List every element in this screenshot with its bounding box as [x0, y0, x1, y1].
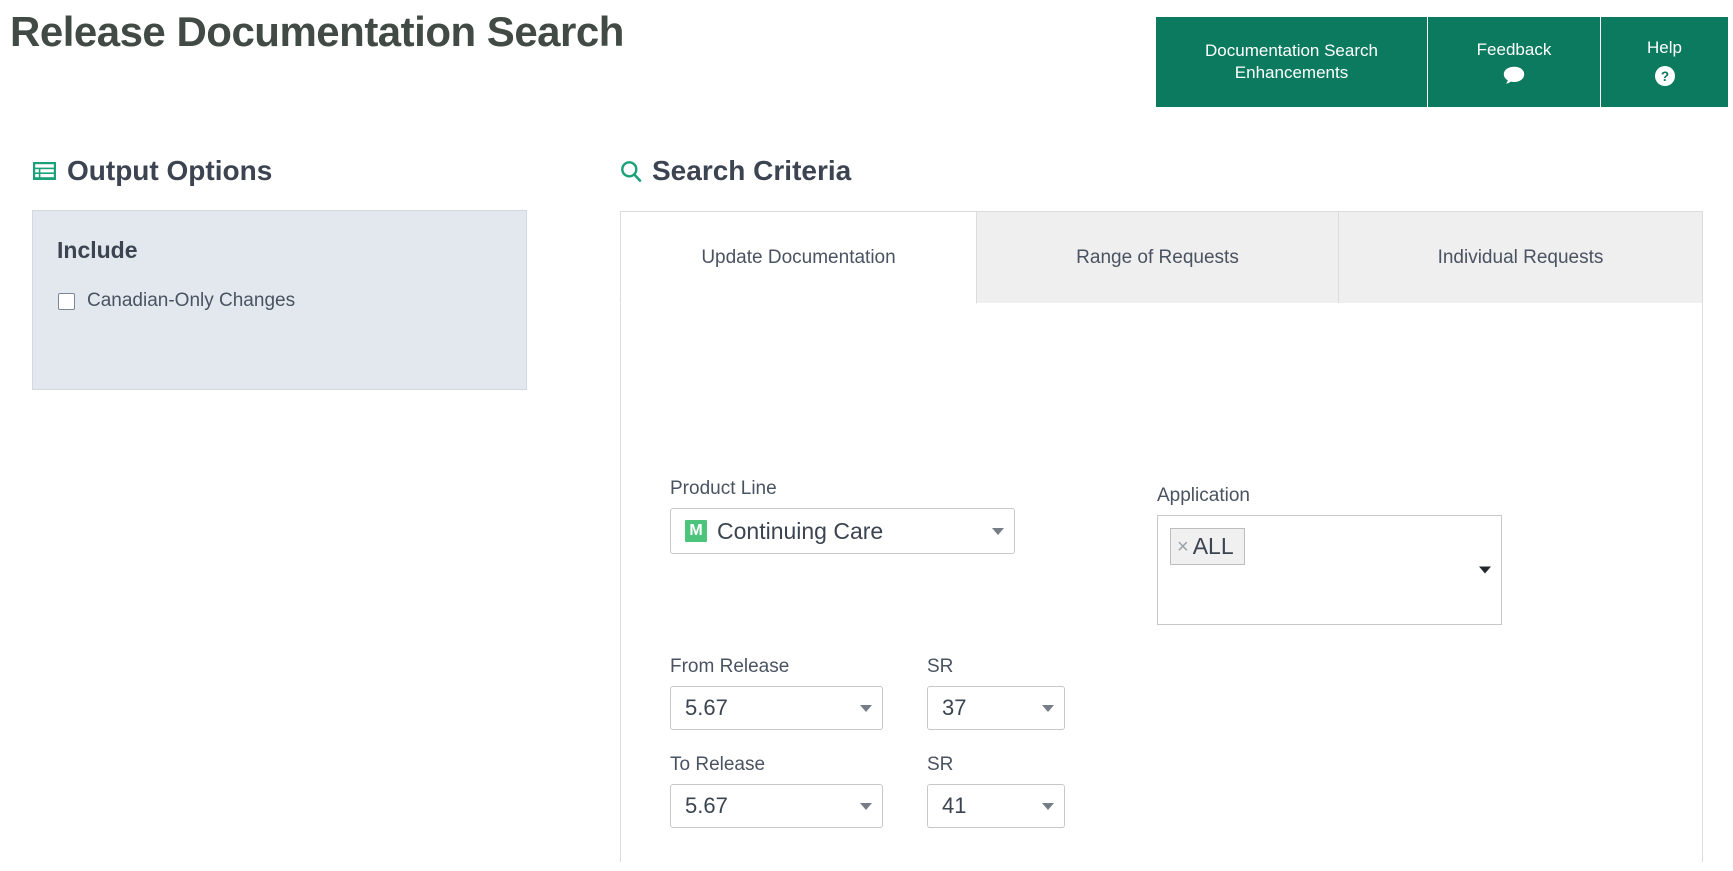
tab-label-individual-requests: Individual Requests	[1437, 246, 1604, 268]
to-release-value: 5.67	[685, 793, 728, 818]
from-sr-value: 37	[942, 695, 967, 720]
to-release-row: To Release 5.67 SR 41	[670, 754, 1065, 828]
svg-text:?: ?	[1660, 69, 1668, 84]
from-release-value: 5.67	[685, 695, 728, 720]
include-panel-title: Include	[57, 237, 138, 263]
tab-range-of-requests[interactable]: Range of Requests	[977, 211, 1339, 304]
search-criteria-tabs: Update Documentation Range of Requests I…	[620, 211, 1703, 304]
to-sr-value: 41	[942, 793, 967, 818]
chevron-down-icon	[860, 802, 872, 810]
product-line-field: Product Line M Continuing Care	[670, 478, 1015, 554]
tab-label-update-documentation: Update Documentation	[701, 246, 896, 268]
output-options-title: Output Options	[67, 155, 273, 186]
remove-chip-icon[interactable]: ×	[1177, 537, 1189, 557]
search-icon	[620, 160, 642, 183]
to-release-field: To Release 5.67	[670, 754, 883, 828]
output-options-section: Output Options Include Canadian-Only Cha…	[32, 155, 532, 390]
to-release-select[interactable]: 5.67	[670, 784, 883, 828]
release-range-grid: From Release 5.67 SR 37 To Release 5.67	[670, 656, 1065, 852]
from-release-row: From Release 5.67 SR 37	[670, 656, 1065, 730]
nav-help[interactable]: Help ?	[1601, 17, 1728, 107]
output-options-heading: Output Options	[32, 155, 532, 187]
product-line-value: Continuing Care	[717, 517, 884, 544]
include-panel: Include Canadian-Only Changes	[32, 210, 527, 390]
to-sr-field: SR 41	[927, 754, 1065, 828]
question-circle-icon: ?	[1654, 65, 1676, 87]
from-release-label: From Release	[670, 656, 790, 677]
search-criteria-title: Search Criteria	[652, 155, 852, 186]
product-line-m-badge-icon: M	[685, 520, 707, 542]
application-chip-all[interactable]: × ALL	[1170, 528, 1245, 565]
nav-label-enhancements: Documentation Search Enhancements	[1205, 40, 1378, 82]
nav-label-help: Help	[1647, 38, 1682, 58]
application-label: Application	[1157, 485, 1250, 506]
table-list-icon	[32, 160, 57, 182]
to-sr-select[interactable]: 41	[927, 784, 1065, 828]
speech-bubble-icon	[1503, 66, 1525, 85]
tab-update-documentation[interactable]: Update Documentation	[620, 211, 977, 304]
canadian-only-changes-label: Canadian-Only Changes	[87, 290, 296, 311]
from-sr-label: SR	[927, 656, 954, 677]
chevron-down-icon	[1042, 704, 1054, 712]
to-release-label: To Release	[670, 754, 766, 775]
to-sr-label: SR	[927, 754, 954, 775]
chevron-down-icon	[860, 704, 872, 712]
chevron-down-icon	[992, 527, 1004, 535]
application-field: Application × ALL	[1157, 485, 1502, 625]
from-sr-select[interactable]: 37	[927, 686, 1065, 730]
nav-feedback[interactable]: Feedback	[1428, 17, 1601, 107]
from-sr-field: SR 37	[927, 656, 1065, 730]
application-multiselect[interactable]: × ALL	[1157, 515, 1502, 625]
tab-label-range-of-requests: Range of Requests	[1076, 246, 1239, 268]
from-release-field: From Release 5.67	[670, 656, 883, 730]
nav-label-feedback: Feedback	[1476, 39, 1552, 59]
chevron-down-icon	[1042, 802, 1054, 810]
product-line-label: Product Line	[670, 478, 777, 499]
from-release-select[interactable]: 5.67	[670, 686, 883, 730]
canadian-only-changes-checkbox[interactable]	[58, 292, 75, 310]
product-line-select[interactable]: M Continuing Care	[670, 508, 1015, 554]
page-header: Release Documentation Search Documentati…	[0, 0, 1733, 118]
header-nav: Documentation Search Enhancements Feedba…	[1156, 17, 1728, 107]
chevron-down-icon[interactable]	[1479, 566, 1491, 574]
application-chip-label: ALL	[1192, 533, 1234, 559]
nav-documentation-search-enhancements[interactable]: Documentation Search Enhancements	[1156, 17, 1428, 107]
tab-individual-requests[interactable]: Individual Requests	[1339, 211, 1703, 304]
checkbox-row-canadian-only-changes[interactable]: Canadian-Only Changes	[33, 264, 526, 312]
search-criteria-heading: Search Criteria	[620, 155, 1710, 187]
page-title: Release Documentation Search	[10, 8, 624, 55]
